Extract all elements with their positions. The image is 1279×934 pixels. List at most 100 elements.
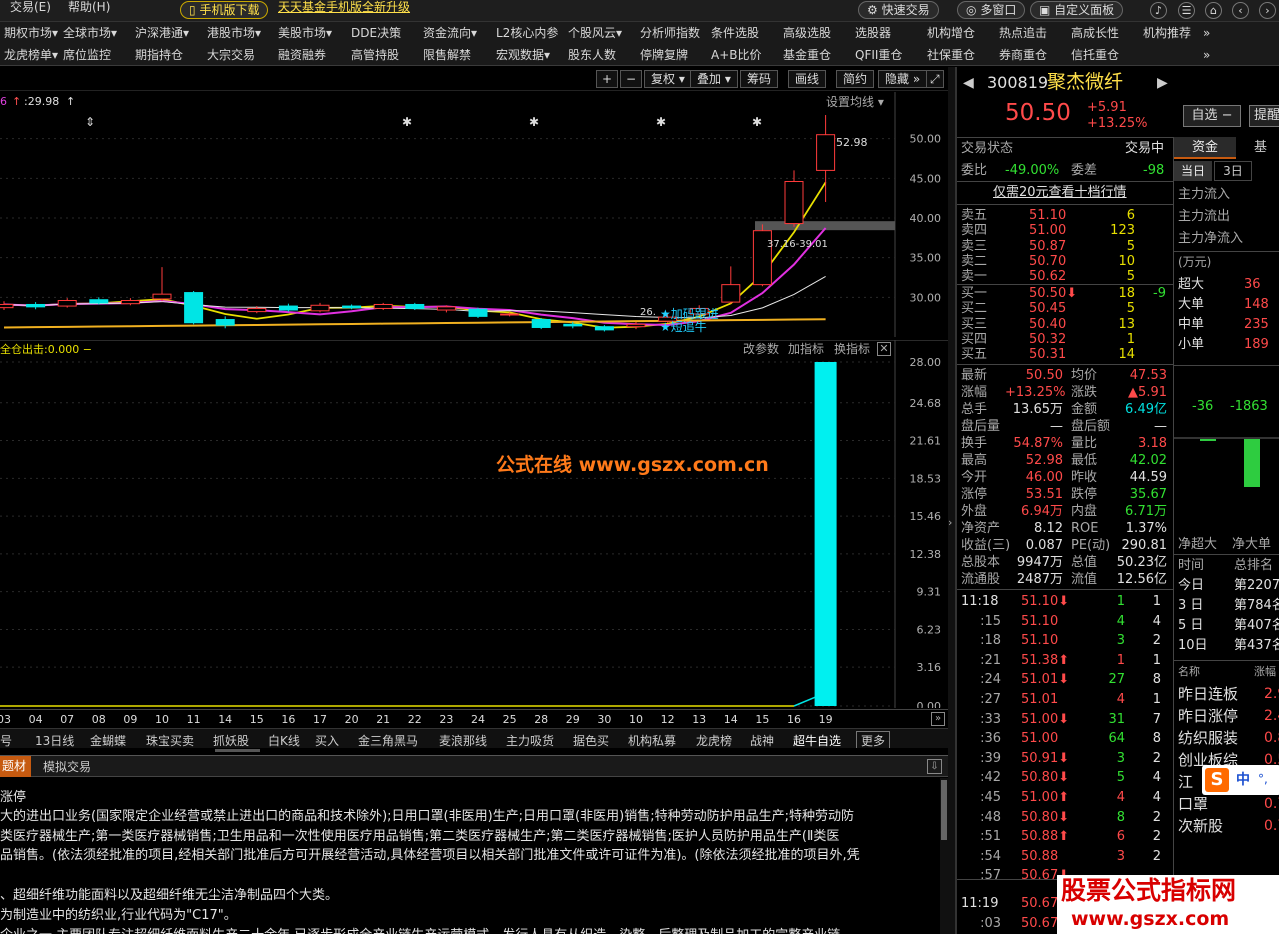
- menu1-item-9[interactable]: 分析师指数: [640, 26, 700, 40]
- candle-body-4[interactable]: [120, 300, 140, 305]
- kline-chart-area[interactable]: 30.00 35.00 40.00 45.00 50.00 ⇕ ✱ ✱ ✱ ✱ 6 ↑ :29.9…: [0, 92, 948, 337]
- edit-param-button[interactable]: 改参数: [743, 343, 779, 355]
- chips-button[interactable]: 筹码: [740, 70, 779, 88]
- indicator-tab-3[interactable]: 珠宝买卖: [146, 732, 194, 749]
- bids-price-1[interactable]: 50.45: [1029, 302, 1066, 315]
- menu2-item-8[interactable]: 股东人数: [568, 48, 616, 62]
- menu1-item-14[interactable]: 热点追击: [999, 26, 1047, 40]
- menu2-item-15[interactable]: 信托重仓: [1071, 48, 1119, 62]
- menu2-item-16[interactable]: »: [1203, 48, 1210, 62]
- menu2-item-10[interactable]: A+B比价: [711, 48, 762, 62]
- close-icon[interactable]: ✕: [877, 342, 891, 356]
- tab-basic[interactable]: 基: [1254, 141, 1267, 154]
- remind-button[interactable]: 提醒: [1249, 105, 1279, 127]
- next-stock-icon[interactable]: ▶: [1157, 76, 1168, 90]
- candle-body-19[interactable]: [594, 326, 614, 331]
- sector-name-0[interactable]: 昨日连板: [1178, 687, 1238, 702]
- bids-price-2[interactable]: 50.40: [1029, 318, 1066, 331]
- event-marker-1[interactable]: ✱: [402, 115, 412, 129]
- candle-body-5[interactable]: [152, 293, 172, 300]
- tab-fund[interactable]: 资金: [1174, 137, 1236, 159]
- asks-price-3[interactable]: 50.70: [1029, 255, 1066, 268]
- sub-bar-26[interactable]: [814, 362, 837, 706]
- menu1-item-17[interactable]: »: [1203, 26, 1210, 40]
- indicator-tab-9[interactable]: 主力吸货: [506, 732, 554, 749]
- indicator-tab-5[interactable]: 白K线: [268, 732, 300, 749]
- asks-price-4[interactable]: 50.62: [1029, 270, 1066, 283]
- adjust-dropdown[interactable]: 复权 ▾: [644, 70, 692, 88]
- draw-line-button[interactable]: 画线: [788, 70, 827, 88]
- menu2-item-0[interactable]: 龙虎榜单▾: [4, 48, 58, 62]
- prev-stock-icon[interactable]: ◀: [963, 76, 974, 90]
- menu1-item-13[interactable]: 机构增仓: [927, 26, 975, 40]
- splitter-arrow-icon[interactable]: ›: [948, 517, 952, 528]
- menu1-item-3[interactable]: 港股市场▾: [207, 26, 261, 40]
- candle-body-7[interactable]: [215, 319, 235, 326]
- menu2-item-11[interactable]: 基金重仓: [783, 48, 831, 62]
- indicator-tab-2[interactable]: 金蝴蝶: [90, 732, 126, 749]
- ime-widget[interactable]: S 中 °,: [1202, 765, 1279, 795]
- indicator-tab-13[interactable]: 战神: [750, 732, 774, 749]
- menu2-item-2[interactable]: 期指持仓: [135, 48, 183, 62]
- candle-body-0[interactable]: [0, 303, 14, 309]
- scroll-right-icon[interactable]: »: [931, 712, 945, 726]
- level2-promo-link[interactable]: 仅需20元查看十档行情: [993, 186, 1127, 199]
- menu2-item-13[interactable]: 社保重仓: [927, 48, 975, 62]
- watchlist-button[interactable]: 自选 −: [1183, 105, 1241, 127]
- menu1-item-1[interactable]: 全球市场▾: [63, 26, 117, 40]
- indicator-tab-6[interactable]: 买入: [315, 732, 339, 749]
- hide-button[interactable]: 隐藏 »: [878, 70, 928, 88]
- menu-trade[interactable]: 交易(E): [10, 0, 51, 14]
- bids-price-3[interactable]: 50.32: [1029, 333, 1066, 346]
- menu2-item-5[interactable]: 高管持股: [351, 48, 399, 62]
- candle-body-13[interactable]: [405, 303, 425, 309]
- candle-body-2[interactable]: [57, 300, 77, 307]
- indicator-tab-12[interactable]: 龙虎榜: [696, 732, 732, 749]
- indicator-tab-4[interactable]: 抓妖股: [213, 732, 249, 749]
- sector-name-1[interactable]: 昨日涨停: [1178, 709, 1238, 724]
- zoom-out-button[interactable]: −: [620, 70, 643, 88]
- simple-mode-button[interactable]: 简约: [836, 70, 875, 88]
- menu1-item-4[interactable]: 美股市场▾: [278, 26, 332, 40]
- candle-body-3[interactable]: [89, 299, 109, 304]
- custom-panel-button[interactable]: ▣ 自定义面板: [1030, 1, 1124, 19]
- candle-body-10[interactable]: [310, 304, 330, 312]
- candle-body-15[interactable]: [468, 308, 488, 317]
- tab-today[interactable]: 当日: [1174, 161, 1212, 181]
- asks-price-1[interactable]: 51.00: [1029, 224, 1066, 237]
- indicator-chart[interactable]: 0.00 3.16 6.23 9.31 12.38 15.46 18.53 21.61 24.6…: [0, 339, 948, 713]
- back-icon[interactable]: ‹: [1232, 2, 1249, 19]
- overlay-dropdown[interactable]: 叠加 ▾: [690, 70, 738, 88]
- menu1-item-12[interactable]: 选股器: [855, 26, 891, 40]
- desc-scrollbar[interactable]: [940, 778, 948, 934]
- candle-body-8[interactable]: [247, 307, 267, 313]
- add-indicator-button[interactable]: 加指标: [788, 343, 824, 355]
- kline-chart[interactable]: 30.00 35.00 40.00 45.00 50.00 ⇕ ✱ ✱ ✱ ✱: [0, 92, 948, 337]
- candle-body-26[interactable]: [816, 134, 836, 171]
- zoom-in-button[interactable]: +: [596, 70, 619, 88]
- bids-price-0[interactable]: 50.50⬇: [1029, 287, 1077, 300]
- asks-price-0[interactable]: 51.10: [1029, 209, 1066, 222]
- candle-body-20[interactable]: [626, 323, 646, 328]
- ma-setting-button[interactable]: 设置均线 ▾: [826, 96, 884, 108]
- event-marker-4[interactable]: ✱: [752, 115, 762, 129]
- menu2-item-3[interactable]: 大宗交易: [207, 48, 255, 62]
- menu2-item-4[interactable]: 融资融券: [278, 48, 326, 62]
- indicator-chart-area[interactable]: 0.00 3.16 6.23 9.31 12.38 15.46 18.53 21.61 24.6…: [0, 339, 948, 713]
- menu1-item-5[interactable]: DDE决策: [351, 26, 401, 40]
- event-marker-3[interactable]: ✱: [656, 115, 666, 129]
- menu2-item-6[interactable]: 限售解禁: [423, 48, 471, 62]
- menu2-item-9[interactable]: 停牌复牌: [640, 48, 688, 62]
- menu1-item-10[interactable]: 条件选股: [711, 26, 759, 40]
- menu1-item-0[interactable]: 期权市场▾: [4, 26, 58, 40]
- candle-body-16[interactable]: [500, 313, 520, 316]
- menu1-item-11[interactable]: 高级选股: [783, 26, 831, 40]
- multi-window-button[interactable]: ◎ 多窗口: [957, 1, 1026, 19]
- settings-icon[interactable]: ☰: [1178, 2, 1195, 19]
- menu1-item-6[interactable]: 资金流向▾: [423, 26, 477, 40]
- menu1-item-16[interactable]: 机构推荐: [1143, 26, 1191, 40]
- mobile-download-button[interactable]: ▯ 手机版下载: [180, 1, 269, 19]
- promo-link[interactable]: 天天基金手机版全新升级: [278, 0, 410, 14]
- panel-splitter[interactable]: ›: [948, 67, 955, 934]
- bids-price-4[interactable]: 50.31: [1029, 348, 1066, 361]
